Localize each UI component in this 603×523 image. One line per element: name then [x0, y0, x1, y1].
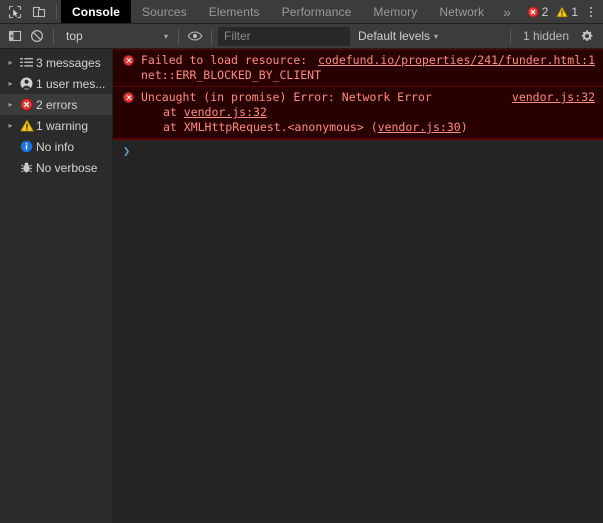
execution-context-selector[interactable]: top ▾ [60, 27, 172, 46]
disclosure-triangle-icon[interactable]: ▸ [4, 79, 17, 88]
tab-memory[interactable]: Memory [362, 0, 428, 23]
error-count-badge[interactable]: 2 [524, 5, 552, 19]
tab-elements[interactable]: Elements [198, 0, 271, 23]
tab-sources-label: Sources [142, 4, 187, 19]
stack-frame-link[interactable]: vendor.js:32 [184, 105, 267, 119]
toolbar-divider-3 [211, 28, 212, 44]
console-toolbar-right: 1 hidden [506, 27, 599, 45]
devtools-window: Console Sources Elements Performance Mem… [0, 0, 603, 523]
sidebar-item-user-messages-label: 1 user mes... [36, 76, 106, 91]
chevron-down-icon: ▾ [163, 31, 168, 41]
console-message-list: Failed to load resource: codefund.io/pro… [113, 49, 603, 523]
error-count-value: 2 [541, 4, 549, 19]
console-prompt-row[interactable]: ❯ [113, 139, 603, 162]
toolbar-divider-2 [178, 28, 179, 44]
disclosure-triangle-icon[interactable]: ▸ [4, 58, 17, 67]
console-message-error-2[interactable]: Uncaught (in promise) Error: Network Err… [113, 86, 603, 139]
error-badge-icon [123, 55, 134, 66]
log-levels-selector[interactable]: Default levels ▾ [352, 27, 444, 46]
sidebar-item-verbose[interactable]: ▸ No verbose [0, 157, 112, 178]
more-tabs-chevron-icon[interactable]: » [495, 0, 519, 23]
console-prompt-input[interactable] [130, 144, 595, 158]
user-icon [17, 77, 36, 90]
panel-tabs: Console Sources Elements Performance Mem… [61, 0, 519, 23]
execution-context-value: top [66, 29, 83, 43]
devtools-tab-bar: Console Sources Elements Performance Mem… [0, 0, 603, 24]
console-message-header: Failed to load resource: codefund.io/pro… [121, 53, 595, 68]
console-filter-input[interactable] [218, 26, 350, 46]
console-sidebar-toggle-icon[interactable] [5, 27, 25, 45]
stack-frame-link[interactable]: vendor.js:30 [378, 120, 461, 134]
info-icon [17, 140, 36, 153]
sidebar-item-info-label: No info [36, 139, 75, 154]
tab-console-label: Console [72, 4, 121, 19]
live-expression-eye-icon[interactable] [185, 27, 205, 45]
tab-network-label: Network [439, 4, 485, 19]
console-message-source-link[interactable]: codefund.io/properties/241/funder.html:1 [308, 53, 595, 68]
tab-performance[interactable]: Performance [271, 0, 363, 23]
console-settings-gear-icon[interactable] [577, 27, 597, 45]
stack-frame-prefix: at [163, 105, 184, 119]
sidebar-item-user-messages[interactable]: ▸ 1 user mes... [0, 73, 112, 94]
console-body: ▸ 3 messages ▸ 1 user mes... ▸ 2 errors … [0, 49, 603, 523]
warning-count-value: 1 [571, 4, 578, 19]
sidebar-item-messages-label: 3 messages [36, 55, 101, 70]
tab-elements-label: Elements [208, 4, 260, 19]
stack-frame-suffix: ) [460, 120, 468, 134]
tab-performance-label: Performance [281, 4, 352, 19]
console-prompt-arrow-icon: ❯ [123, 144, 131, 158]
error-icon [17, 98, 36, 111]
sidebar-item-messages[interactable]: ▸ 3 messages [0, 52, 112, 73]
disclosure-triangle-icon[interactable]: ▸ [4, 100, 17, 109]
sidebar-item-info[interactable]: ▸ No info [0, 136, 112, 157]
sidebar-item-errors-label: 2 errors [36, 97, 78, 112]
warning-count-badge[interactable]: 1 [553, 5, 581, 19]
stack-frame-prefix: at XMLHttpRequest.<anonymous> ( [163, 120, 378, 134]
hidden-messages-count[interactable]: 1 hidden [519, 29, 573, 43]
tabbar-divider [56, 4, 57, 19]
warning-icon [17, 119, 36, 132]
toolbar-divider-4 [509, 28, 511, 44]
tab-sources[interactable]: Sources [131, 0, 198, 23]
warning-triangle-icon [556, 5, 569, 17]
error-circle-icon [526, 5, 539, 18]
error-badge-icon [123, 92, 134, 103]
tab-memory-label: Memory [373, 4, 418, 19]
sidebar-item-warnings-label: 1 warning [36, 118, 89, 133]
console-sidebar: ▸ 3 messages ▸ 1 user mes... ▸ 2 errors … [0, 49, 113, 523]
devtools-menu-icon[interactable] [583, 6, 599, 17]
tabbar-icon-group [0, 0, 52, 23]
levels-chevron-down-icon: ▾ [434, 31, 439, 41]
list-icon [17, 57, 36, 68]
tab-console[interactable]: Console [61, 0, 132, 23]
console-message-error-1[interactable]: Failed to load resource: codefund.io/pro… [113, 49, 603, 86]
console-message-header: Uncaught (in promise) Error: Network Err… [121, 90, 595, 105]
log-levels-label: Default levels [358, 29, 431, 43]
disclosure-triangle-icon[interactable]: ▸ [4, 121, 17, 130]
more-tabs-label: » [503, 3, 511, 20]
sidebar-item-verbose-label: No verbose [36, 160, 98, 175]
sidebar-item-errors[interactable]: ▸ 2 errors [0, 94, 112, 115]
sidebar-item-warnings[interactable]: ▸ 1 warning [0, 115, 112, 136]
tabbar-status-group: 2 1 [524, 0, 603, 23]
verbose-bug-icon [17, 161, 36, 174]
console-message-source-link[interactable]: vendor.js:32 [502, 90, 595, 105]
console-message-text: Failed to load resource: [141, 53, 308, 67]
console-toolbar: top ▾ Default levels ▾ 1 hidden [0, 24, 603, 49]
console-message-text: Uncaught (in promise) Error: Network Err… [141, 90, 432, 104]
tab-network[interactable]: Network [428, 0, 495, 23]
device-toolbar-icon[interactable] [30, 3, 48, 21]
console-stack-frame-1: at vendor.js:32 [121, 105, 595, 120]
clear-console-icon[interactable] [27, 27, 47, 45]
console-message-detail: net::ERR_BLOCKED_BY_CLIENT [141, 68, 322, 82]
console-stack-frame-2: at XMLHttpRequest.<anonymous> (vendor.js… [121, 120, 595, 135]
toolbar-divider-1 [53, 28, 54, 44]
inspect-element-icon[interactable] [6, 3, 24, 21]
